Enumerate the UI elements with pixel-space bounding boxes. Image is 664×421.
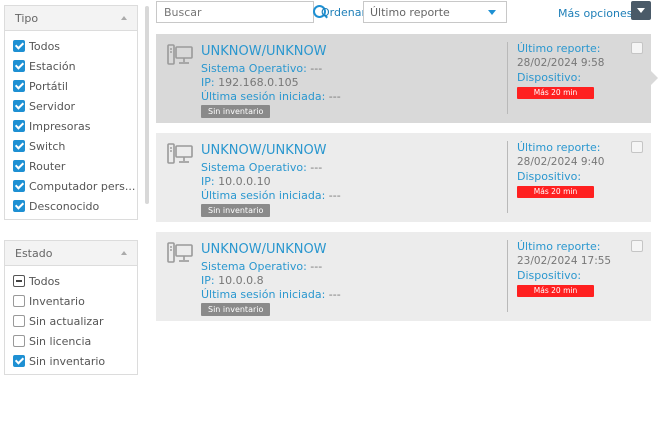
divider: [507, 240, 508, 312]
status-badge: Sin inventario: [201, 303, 271, 316]
collapse-icon[interactable]: [121, 16, 127, 20]
device-ip: IP: 10.0.0.8: [201, 274, 264, 287]
selection-pointer-icon: [651, 71, 658, 85]
device-session: Última sesión iniciada: ---: [201, 189, 341, 202]
report-date: 28/02/2024 9:40: [517, 156, 605, 168]
desktop-computer-icon: [167, 143, 193, 164]
report-label: Último reporte:: [517, 141, 601, 154]
tipo-panel-header[interactable]: Tipo: [5, 6, 137, 31]
card-checkbox[interactable]: [631, 42, 643, 54]
more-options-label: Más opciones:: [558, 7, 637, 20]
estado-option-sin-inventario[interactable]: Sin inventario: [5, 351, 137, 371]
desktop-computer-icon: [167, 44, 193, 65]
device-ip: IP: 192.168.0.105: [201, 76, 299, 89]
filter-scrollbar[interactable]: [145, 6, 149, 204]
order-select[interactable]: Último reporte: [363, 1, 507, 23]
tipo-panel-title: Tipo: [15, 11, 39, 25]
tipo-option-impresoras[interactable]: Impresoras: [5, 116, 137, 136]
checkbox-icon[interactable]: [13, 295, 25, 307]
checkbox-icon[interactable]: [13, 140, 25, 152]
estado-panel-header[interactable]: Estado: [5, 241, 137, 266]
status-badge: Sin inventario: [201, 204, 271, 217]
collapse-icon[interactable]: [121, 251, 127, 255]
device-card[interactable]: UNKNOW/UNKNOW Sistema Operativo: --- IP:…: [156, 34, 658, 123]
report-label: Último reporte:: [517, 240, 601, 253]
checkbox-icon[interactable]: [13, 335, 25, 347]
checkbox-icon[interactable]: [13, 100, 25, 112]
device-card[interactable]: UNKNOW/UNKNOW Sistema Operativo: --- IP:…: [156, 133, 651, 222]
estado-filter-panel: Estado Todos Inventario Sin actualizar S…: [4, 240, 138, 375]
device-ip: IP: 10.0.0.10: [201, 175, 271, 188]
search-box: [156, 1, 326, 23]
divider: [507, 141, 508, 213]
estado-panel-title: Estado: [15, 246, 53, 260]
tipo-option-estacion[interactable]: Estación: [5, 56, 137, 76]
device-name[interactable]: UNKNOW/UNKNOW: [201, 143, 327, 158]
chevron-down-icon: [637, 8, 645, 13]
desktop-computer-icon: [167, 242, 193, 263]
device-label: Dispositivo:: [517, 170, 582, 183]
alert-badge: Más 20 min: [517, 285, 594, 297]
device-session: Última sesión iniciada: ---: [201, 288, 341, 301]
device-label: Dispositivo:: [517, 269, 582, 282]
checkbox-icon[interactable]: [13, 160, 25, 172]
tipo-filter-panel: Tipo Todos Estación Portátil Servidor Im…: [4, 5, 138, 220]
checkbox-icon[interactable]: [13, 355, 25, 367]
device-os: Sistema Operativo: ---: [201, 260, 323, 273]
device-session: Última sesión iniciada: ---: [201, 90, 341, 103]
more-options-button[interactable]: [631, 1, 651, 20]
estado-option-inventario[interactable]: Inventario: [5, 291, 137, 311]
card-checkbox[interactable]: [631, 240, 643, 252]
device-label: Dispositivo:: [517, 71, 582, 84]
inventory-screen: Tipo Todos Estación Portátil Servidor Im…: [0, 0, 664, 421]
checkbox-icon[interactable]: [13, 60, 25, 72]
search-input[interactable]: [157, 2, 309, 22]
checkbox-icon[interactable]: [13, 80, 25, 92]
tipo-option-portatil[interactable]: Portátil: [5, 76, 137, 96]
tipo-option-todos[interactable]: Todos: [5, 36, 137, 56]
tipo-option-servidor[interactable]: Servidor: [5, 96, 137, 116]
tipo-option-switch[interactable]: Switch: [5, 136, 137, 156]
checkbox-icon[interactable]: [13, 120, 25, 132]
tipo-option-router[interactable]: Router: [5, 156, 137, 176]
order-value: Último reporte: [370, 5, 450, 19]
checkbox-icon[interactable]: [13, 180, 25, 192]
report-label: Último reporte:: [517, 42, 601, 55]
card-checkbox[interactable]: [631, 141, 643, 153]
device-os: Sistema Operativo: ---: [201, 62, 323, 75]
device-name[interactable]: UNKNOW/UNKNOW: [201, 44, 327, 59]
alert-badge: Más 20 min: [517, 87, 594, 99]
device-os: Sistema Operativo: ---: [201, 161, 323, 174]
divider: [507, 42, 508, 114]
alert-badge: Más 20 min: [517, 186, 594, 198]
checkbox-icon[interactable]: [13, 40, 25, 52]
device-name[interactable]: UNKNOW/UNKNOW: [201, 242, 327, 257]
checkbox-icon[interactable]: [13, 200, 25, 212]
checkbox-icon[interactable]: [13, 315, 25, 327]
estado-option-sin-licencia[interactable]: Sin licencia: [5, 331, 137, 351]
report-date: 23/02/2024 17:55: [517, 255, 612, 267]
report-date: 28/02/2024 9:58: [517, 57, 605, 69]
status-badge: Sin inventario: [201, 105, 271, 118]
caret-down-icon: [488, 9, 496, 15]
device-card[interactable]: UNKNOW/UNKNOW Sistema Operativo: --- IP:…: [156, 232, 651, 321]
checkbox-icon[interactable]: [13, 275, 25, 287]
estado-option-todos[interactable]: Todos: [5, 271, 137, 291]
tipo-option-desconocido[interactable]: Desconocido: [5, 196, 137, 216]
tipo-option-computador[interactable]: Computador pers...: [5, 176, 137, 196]
estado-option-sin-actualizar[interactable]: Sin actualizar: [5, 311, 137, 331]
search-icon[interactable]: [309, 2, 326, 22]
